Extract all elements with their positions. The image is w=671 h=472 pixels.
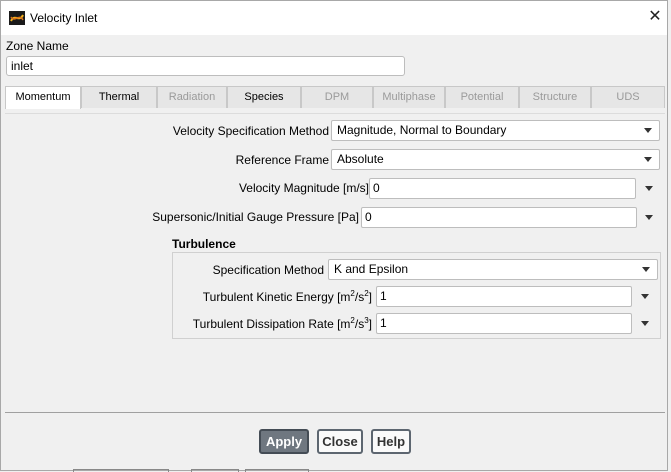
tab-radiation[interactable]: Radiation xyxy=(157,86,227,108)
velocity-spec-value: Magnitude, Normal to Boundary xyxy=(337,123,507,137)
footer-divider xyxy=(5,412,665,413)
tab-multiphase[interactable]: Multiphase xyxy=(373,86,445,108)
tke-label: Turbulent Kinetic Energy [m2/s2] xyxy=(202,289,372,304)
window-title: Velocity Inlet xyxy=(30,11,98,25)
turbulence-spec-label: Specification Method xyxy=(212,263,324,277)
tab-uds[interactable]: UDS xyxy=(591,86,665,108)
tab-potential[interactable]: Potential xyxy=(445,86,519,108)
chevron-down-icon[interactable] xyxy=(645,215,653,220)
tab-bar: Momentum Thermal Radiation Species DPM M… xyxy=(5,86,665,109)
gauge-pressure-label: Supersonic/Initial Gauge Pressure [Pa] xyxy=(152,210,359,224)
tab-thermal[interactable]: Thermal xyxy=(81,86,157,108)
close-button[interactable]: Close xyxy=(317,429,363,454)
tab-momentum[interactable]: Momentum xyxy=(5,86,81,109)
zone-name-input[interactable]: inlet xyxy=(6,56,405,76)
reference-frame-label: Reference Frame xyxy=(235,153,329,167)
reference-frame-value: Absolute xyxy=(337,152,384,166)
tdr-input[interactable]: 1 xyxy=(376,313,632,334)
chevron-down-icon xyxy=(642,267,650,272)
close-icon[interactable]: ✕ xyxy=(645,7,665,27)
tdr-label: Turbulent Dissipation Rate [m2/s3] xyxy=(192,316,372,331)
velocity-magnitude-label: Velocity Magnitude [m/s] xyxy=(238,181,369,195)
chevron-down-icon[interactable] xyxy=(645,186,653,191)
gauge-pressure-input[interactable]: 0 xyxy=(361,207,637,228)
tab-dpm[interactable]: DPM xyxy=(301,86,373,108)
chevron-down-icon xyxy=(644,128,652,133)
chevron-down-icon xyxy=(644,157,652,162)
apply-button[interactable]: Apply xyxy=(259,429,309,454)
help-button[interactable]: Help xyxy=(371,429,411,454)
zone-name-label: Zone Name xyxy=(6,39,69,53)
chevron-down-icon[interactable] xyxy=(641,321,649,326)
velocity-spec-label: Velocity Specification Method xyxy=(172,124,329,138)
reference-frame-select[interactable]: Absolute xyxy=(331,149,660,170)
tab-species[interactable]: Species xyxy=(227,86,301,108)
fluent-app-icon xyxy=(9,11,25,25)
title-bar[interactable]: Velocity Inlet ✕ xyxy=(1,1,667,35)
momentum-panel: Velocity Specification Method Magnitude,… xyxy=(5,113,665,411)
velocity-inlet-dialog: Velocity Inlet ✕ Zone Name inlet Momentu… xyxy=(0,0,668,472)
velocity-magnitude-input[interactable]: 0 xyxy=(369,178,636,199)
chevron-down-icon[interactable] xyxy=(641,294,649,299)
turbulence-group-title: Turbulence xyxy=(172,237,236,251)
tab-structure[interactable]: Structure xyxy=(519,86,591,108)
turbulence-spec-select[interactable]: K and Epsilon xyxy=(328,259,658,280)
turbulence-spec-value: K and Epsilon xyxy=(334,262,409,276)
turbulence-group: Specification Method K and Epsilon Turbu… xyxy=(172,252,661,339)
velocity-spec-select[interactable]: Magnitude, Normal to Boundary xyxy=(331,120,660,141)
tke-input[interactable]: 1 xyxy=(376,286,632,307)
